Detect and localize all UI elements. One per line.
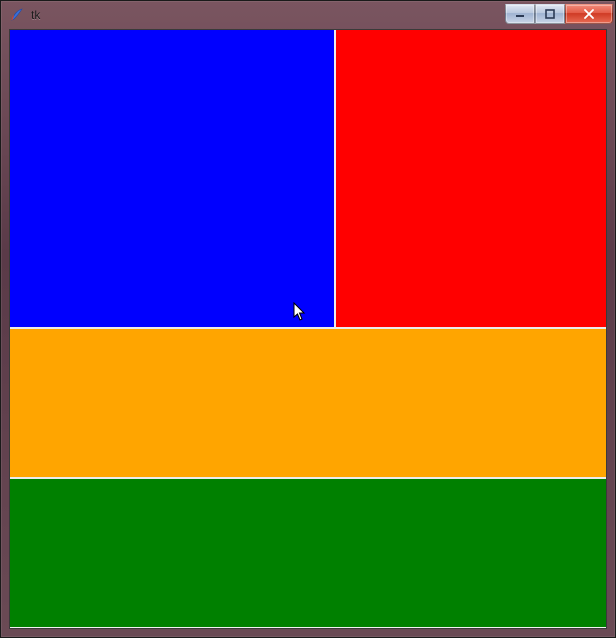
color-panel <box>10 329 606 477</box>
panel-row <box>10 479 606 627</box>
color-panel <box>336 30 606 327</box>
close-button[interactable] <box>565 4 613 24</box>
panel-row <box>10 30 606 327</box>
panel-row <box>10 329 606 477</box>
client-area <box>9 29 607 629</box>
window-title: tk <box>31 1 505 29</box>
color-panel <box>10 30 334 327</box>
maximize-button[interactable] <box>535 4 565 24</box>
color-panel <box>10 479 606 627</box>
titlebar[interactable]: tk <box>1 1 615 29</box>
tk-feather-icon <box>9 7 25 23</box>
window-controls <box>505 4 613 24</box>
app-window: tk <box>0 0 616 638</box>
minimize-button[interactable] <box>505 4 535 24</box>
